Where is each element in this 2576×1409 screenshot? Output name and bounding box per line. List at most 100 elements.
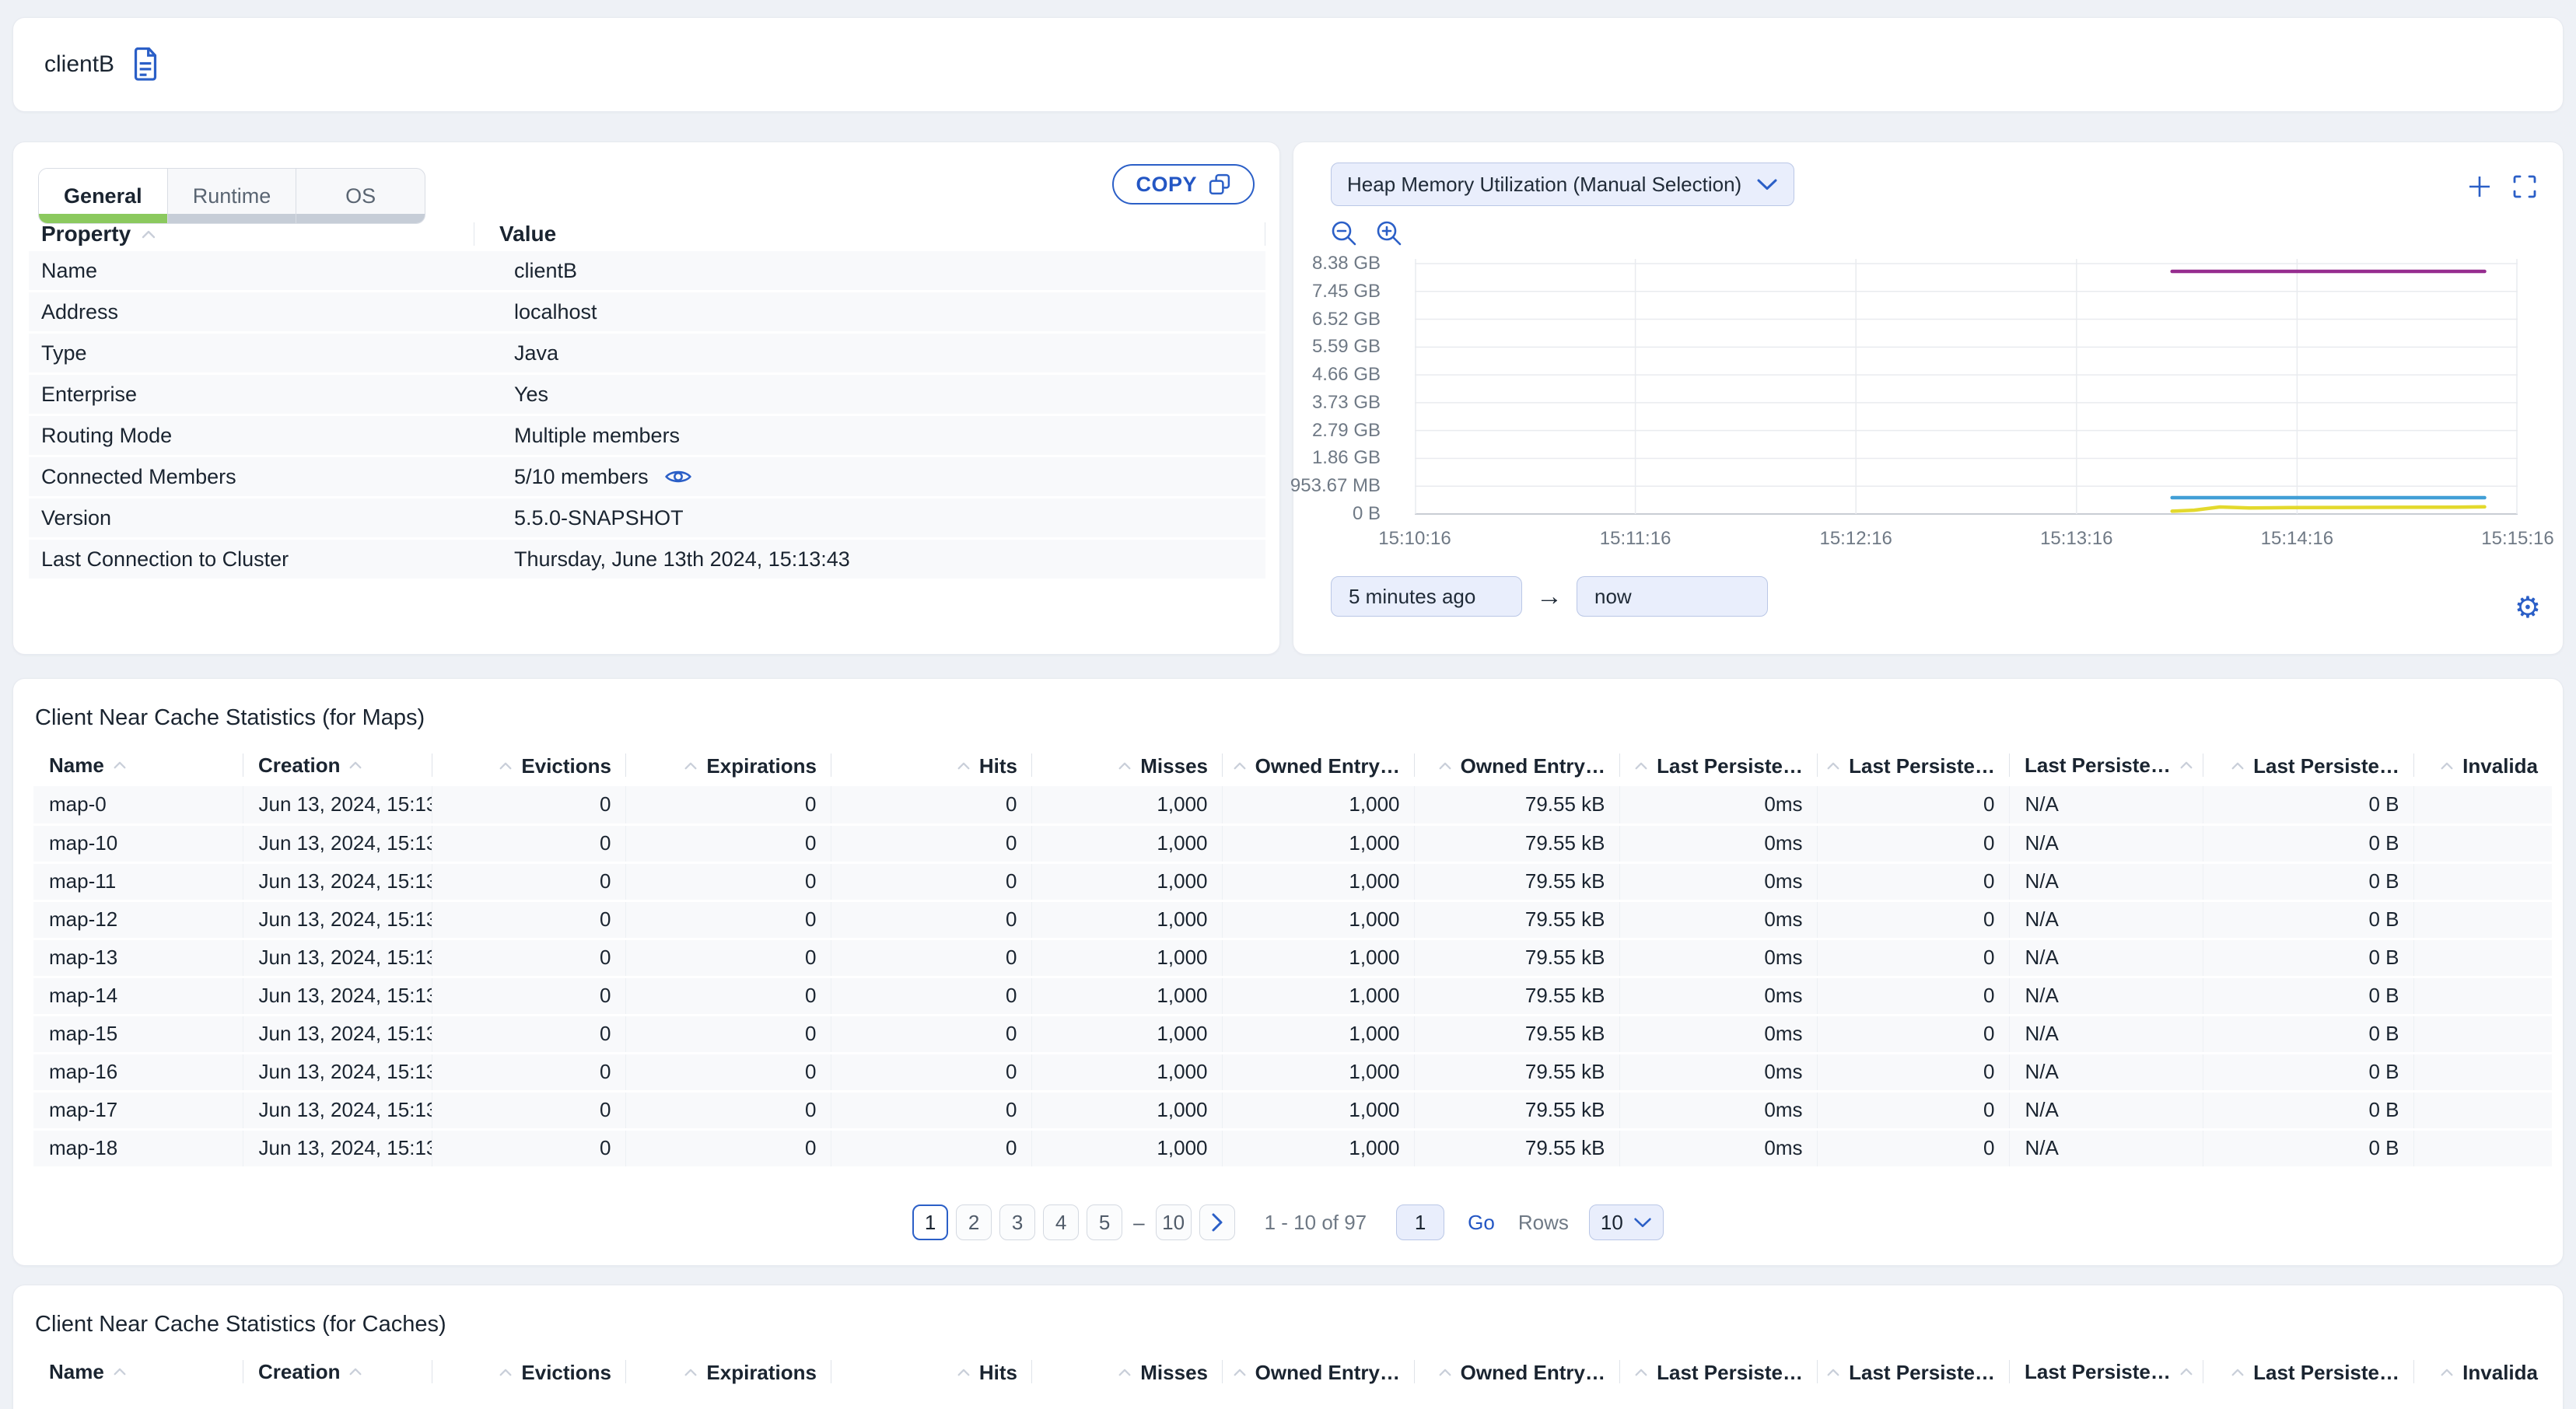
table-cell: 0 bbox=[1816, 1015, 2009, 1054]
rows-label: Rows bbox=[1517, 1210, 1569, 1234]
table-cell: N/A bbox=[2008, 1129, 2203, 1169]
rows-per-page-select[interactable]: 10 bbox=[1588, 1204, 1664, 1240]
tab-general[interactable]: General bbox=[39, 169, 168, 223]
column-header-owned-entry[interactable]: Owned Entry… bbox=[1414, 1351, 1619, 1393]
column-header-last-persiste[interactable]: Last Persiste… bbox=[2203, 744, 2413, 786]
column-header-hits[interactable]: Hits bbox=[831, 1351, 1031, 1393]
client-details-card: General Runtime OS COPY Property Value N… bbox=[12, 142, 1280, 655]
column-header-value[interactable]: Value bbox=[474, 222, 1265, 246]
document-icon[interactable] bbox=[131, 47, 159, 82]
page-button-2[interactable]: 2 bbox=[956, 1204, 992, 1240]
column-header-last-persiste[interactable]: Last Persiste… bbox=[2203, 1351, 2413, 1393]
column-header-evictions[interactable]: Evictions bbox=[432, 744, 625, 786]
table-cell: 0 bbox=[830, 977, 1031, 1016]
table-cell: N/A bbox=[2008, 824, 2203, 864]
property-name: Address bbox=[41, 299, 119, 323]
column-header-hits[interactable]: Hits bbox=[831, 744, 1031, 786]
y-tick-label: 6.52 GB bbox=[1311, 308, 1381, 330]
table-cell: Jun 13, 2024, 15:13:45 bbox=[242, 1129, 432, 1169]
sort-caret-icon bbox=[957, 762, 970, 770]
table-cell: 0ms bbox=[1619, 939, 1817, 978]
property-value: clientB bbox=[514, 258, 578, 282]
table-row: map-10Jun 13, 2024, 15:13:440001,0001,00… bbox=[33, 824, 2552, 864]
tab-runtime[interactable]: Runtime bbox=[167, 169, 297, 223]
column-header-name[interactable]: Name bbox=[33, 1351, 243, 1393]
arrow-right-icon: → bbox=[1536, 581, 1563, 611]
pagination: 12345–101 - 10 of 97GoRows10 bbox=[13, 1204, 2563, 1240]
time-to-input[interactable] bbox=[1577, 576, 1768, 617]
table-cell: map-16 bbox=[33, 1053, 243, 1093]
go-button[interactable]: Go bbox=[1468, 1211, 1495, 1235]
column-header-expirations[interactable]: Expirations bbox=[625, 744, 831, 786]
column-header-last-persiste[interactable]: Last Persiste… bbox=[1817, 744, 2009, 786]
column-header-invalida[interactable]: Invalida bbox=[2413, 744, 2552, 786]
column-header-creation[interactable]: Creation bbox=[243, 1351, 432, 1393]
column-header-creation[interactable]: Creation bbox=[243, 744, 432, 786]
metric-dropdown[interactable]: Heap Memory Utilization (Manual Selectio… bbox=[1331, 163, 1794, 206]
tab-os[interactable]: OS bbox=[296, 169, 425, 223]
table-cell: 0 bbox=[625, 1015, 831, 1054]
add-chart-icon[interactable] bbox=[2465, 172, 2494, 201]
copy-button-label: COPY bbox=[1136, 172, 1197, 196]
heap-memory-chart[interactable] bbox=[1415, 257, 2518, 522]
y-tick-label: 7.45 GB bbox=[1311, 280, 1381, 302]
table-cell: 1,000 bbox=[1031, 786, 1222, 826]
column-header-last-persiste[interactable]: Last Persiste… bbox=[1817, 1351, 2009, 1393]
column-header-last-persiste[interactable]: Last Persiste… bbox=[1619, 1351, 1817, 1393]
chart-y-axis-labels: 0 B 953.67 MB 1.86 GB 2.79 GB 3.73 GB 4.66 GB… bbox=[1290, 253, 1385, 524]
fullscreen-icon[interactable] bbox=[2510, 172, 2539, 201]
sort-caret-icon bbox=[2231, 1369, 2244, 1376]
y-tick-label: 953.67 MB bbox=[1290, 475, 1381, 497]
page-button-4[interactable]: 4 bbox=[1043, 1204, 1080, 1240]
column-header-last-persiste[interactable]: Last Persiste… bbox=[2009, 744, 2203, 786]
tab-runtime-label: Runtime bbox=[192, 184, 271, 208]
page-button-last[interactable]: 10 bbox=[1155, 1204, 1192, 1240]
table-cell: N/A bbox=[2008, 1053, 2203, 1093]
column-header-name[interactable]: Name bbox=[33, 744, 243, 786]
table-cell: N/A bbox=[2008, 1091, 2203, 1131]
table-cell bbox=[2413, 939, 2552, 978]
page-button-5[interactable]: 5 bbox=[1087, 1204, 1123, 1240]
table-cell: 1,000 bbox=[1221, 824, 1414, 864]
page-button-1[interactable]: 1 bbox=[912, 1204, 949, 1240]
table-cell: 0 B bbox=[2202, 1015, 2413, 1054]
table-cell: 0 bbox=[1816, 1053, 2009, 1093]
column-header-owned-entry[interactable]: Owned Entry… bbox=[1222, 744, 1414, 786]
gear-icon[interactable]: ⚙ bbox=[2515, 593, 2541, 623]
next-page-button[interactable] bbox=[1199, 1204, 1235, 1240]
page-button-3[interactable]: 3 bbox=[999, 1204, 1036, 1240]
column-header-last-persiste[interactable]: Last Persiste… bbox=[1619, 744, 1817, 786]
table-cell: 0 bbox=[625, 824, 831, 864]
sort-caret-icon bbox=[2441, 1369, 2453, 1376]
table-cell bbox=[2413, 1015, 2552, 1054]
table-cell: 79.55 kB bbox=[1413, 862, 1619, 902]
column-header-misses[interactable]: Misses bbox=[1031, 744, 1222, 786]
column-header-evictions[interactable]: Evictions bbox=[432, 1351, 625, 1393]
chevron-down-icon bbox=[1757, 179, 1777, 190]
column-header-owned-entry[interactable]: Owned Entry… bbox=[1414, 744, 1619, 786]
page-number-input[interactable] bbox=[1396, 1204, 1445, 1240]
zoom-in-icon[interactable] bbox=[1374, 219, 1404, 248]
time-from-input[interactable] bbox=[1331, 576, 1522, 617]
column-header-invalida[interactable]: Invalida bbox=[2413, 1351, 2552, 1393]
table-cell: 0 B bbox=[2202, 1091, 2413, 1131]
column-header-expirations[interactable]: Expirations bbox=[625, 1351, 831, 1393]
copy-button[interactable]: COPY bbox=[1112, 164, 1255, 205]
table-cell: map-14 bbox=[33, 977, 243, 1016]
table-cell: 1,000 bbox=[1031, 1053, 1222, 1093]
column-header-property[interactable]: Property bbox=[29, 222, 474, 246]
eye-icon[interactable] bbox=[664, 467, 692, 487]
property-value: 5.5.0-SNAPSHOT bbox=[514, 505, 684, 530]
column-header-owned-entry[interactable]: Owned Entry… bbox=[1222, 1351, 1414, 1393]
sort-caret-icon bbox=[1439, 762, 1451, 770]
table-cell bbox=[2413, 977, 2552, 1016]
caches-stats-table: Name Creation Evictions Expirations Hits Miss… bbox=[33, 1351, 2552, 1393]
table-cell: 0 bbox=[431, 862, 625, 902]
page-gap: – bbox=[1133, 1210, 1145, 1234]
column-header-last-persiste[interactable]: Last Persiste… bbox=[2009, 1351, 2203, 1393]
pagination-range-text: 1 - 10 of 97 bbox=[1264, 1210, 1367, 1234]
zoom-out-icon[interactable] bbox=[1329, 219, 1359, 248]
table-row: map-11Jun 13, 2024, 15:13:440001,0001,00… bbox=[33, 862, 2552, 902]
column-header-misses[interactable]: Misses bbox=[1031, 1351, 1222, 1393]
table-cell: Jun 13, 2024, 15:13:44 bbox=[242, 862, 432, 902]
